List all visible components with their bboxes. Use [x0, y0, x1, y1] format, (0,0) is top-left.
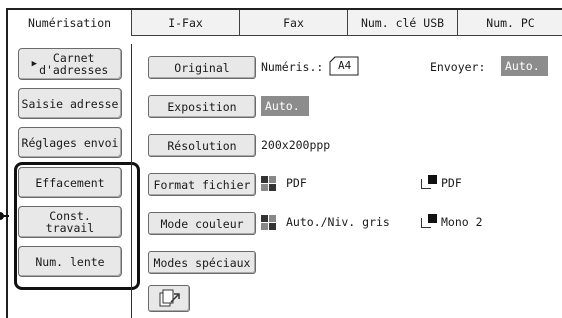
tab-scan[interactable]: Numérisation [8, 10, 132, 36]
triangle-right-icon: ▶ [31, 59, 38, 69]
file-format-button[interactable]: Format fichier [148, 173, 256, 196]
paper-size-value: A4 [338, 59, 352, 72]
send-settings-button[interactable]: Réglages envoi [18, 127, 122, 158]
exposure-label: Exposition [167, 99, 237, 114]
special-modes-button[interactable]: Modes spéciaux [148, 251, 256, 274]
send-label: Envoyer: [430, 60, 486, 74]
address-book-label-2: d'adresses [39, 63, 109, 77]
resolution-label: Résolution [167, 138, 237, 153]
address-entry-button[interactable]: Saisie adresse [18, 88, 122, 119]
scan-screen: Numérisation I-Fax Fax Num. clé USB Num.… [6, 8, 562, 318]
file-format-mono-value: PDF [441, 176, 462, 190]
tab-scan-label: Numérisation [27, 16, 112, 30]
resolution-value: 200x200ppp [261, 138, 331, 152]
tab-usb-scan-label: Num. clé USB [360, 15, 445, 30]
color-grid-icon [261, 215, 277, 231]
column-divider [131, 44, 132, 318]
send-settings-label: Réglages envoi [21, 135, 119, 150]
tab-pc-scan[interactable]: Num. PC [458, 10, 562, 36]
paper-size-icon: A4 [329, 56, 359, 76]
address-book-button[interactable]: ▶ Carnet d'adresses [18, 48, 122, 80]
mono-page-icon [421, 214, 439, 228]
tab-ifax[interactable]: I-Fax [132, 10, 240, 36]
address-entry-label: Saisie adresse [21, 96, 119, 111]
color-mode-color-value: Auto./Niv. gris [286, 215, 390, 229]
special-modes-label: Modes spéciaux [153, 255, 251, 270]
original-button[interactable]: Original [148, 56, 256, 79]
exposure-button[interactable]: Exposition [148, 95, 256, 118]
scan-to-button[interactable] [148, 285, 190, 312]
callout-dot [0, 212, 4, 220]
file-format-color-value: PDF [286, 176, 307, 190]
send-value: Auto. [501, 56, 548, 76]
tab-fax[interactable]: Fax [240, 10, 348, 36]
color-grid-icon [261, 176, 277, 192]
resolution-button[interactable]: Résolution [148, 134, 256, 157]
scan-size-label: Numéris.: [261, 60, 324, 74]
tab-pc-scan-label: Num. PC [486, 15, 535, 30]
exposure-value: Auto. [261, 96, 309, 116]
tab-usb-scan[interactable]: Num. clé USB [348, 10, 458, 36]
tab-fax-label: Fax [283, 15, 304, 30]
highlight-box [14, 162, 140, 290]
color-mode-mono-value: Mono 2 [441, 215, 483, 229]
color-mode-button[interactable]: Mode couleur [148, 212, 256, 235]
mono-page-icon [421, 175, 439, 189]
file-format-label: Format fichier [153, 177, 251, 192]
scan-document-icon [159, 289, 180, 306]
tab-ifax-label: I-Fax [168, 15, 203, 30]
original-label: Original [174, 60, 230, 75]
color-mode-label: Mode couleur [160, 216, 244, 231]
